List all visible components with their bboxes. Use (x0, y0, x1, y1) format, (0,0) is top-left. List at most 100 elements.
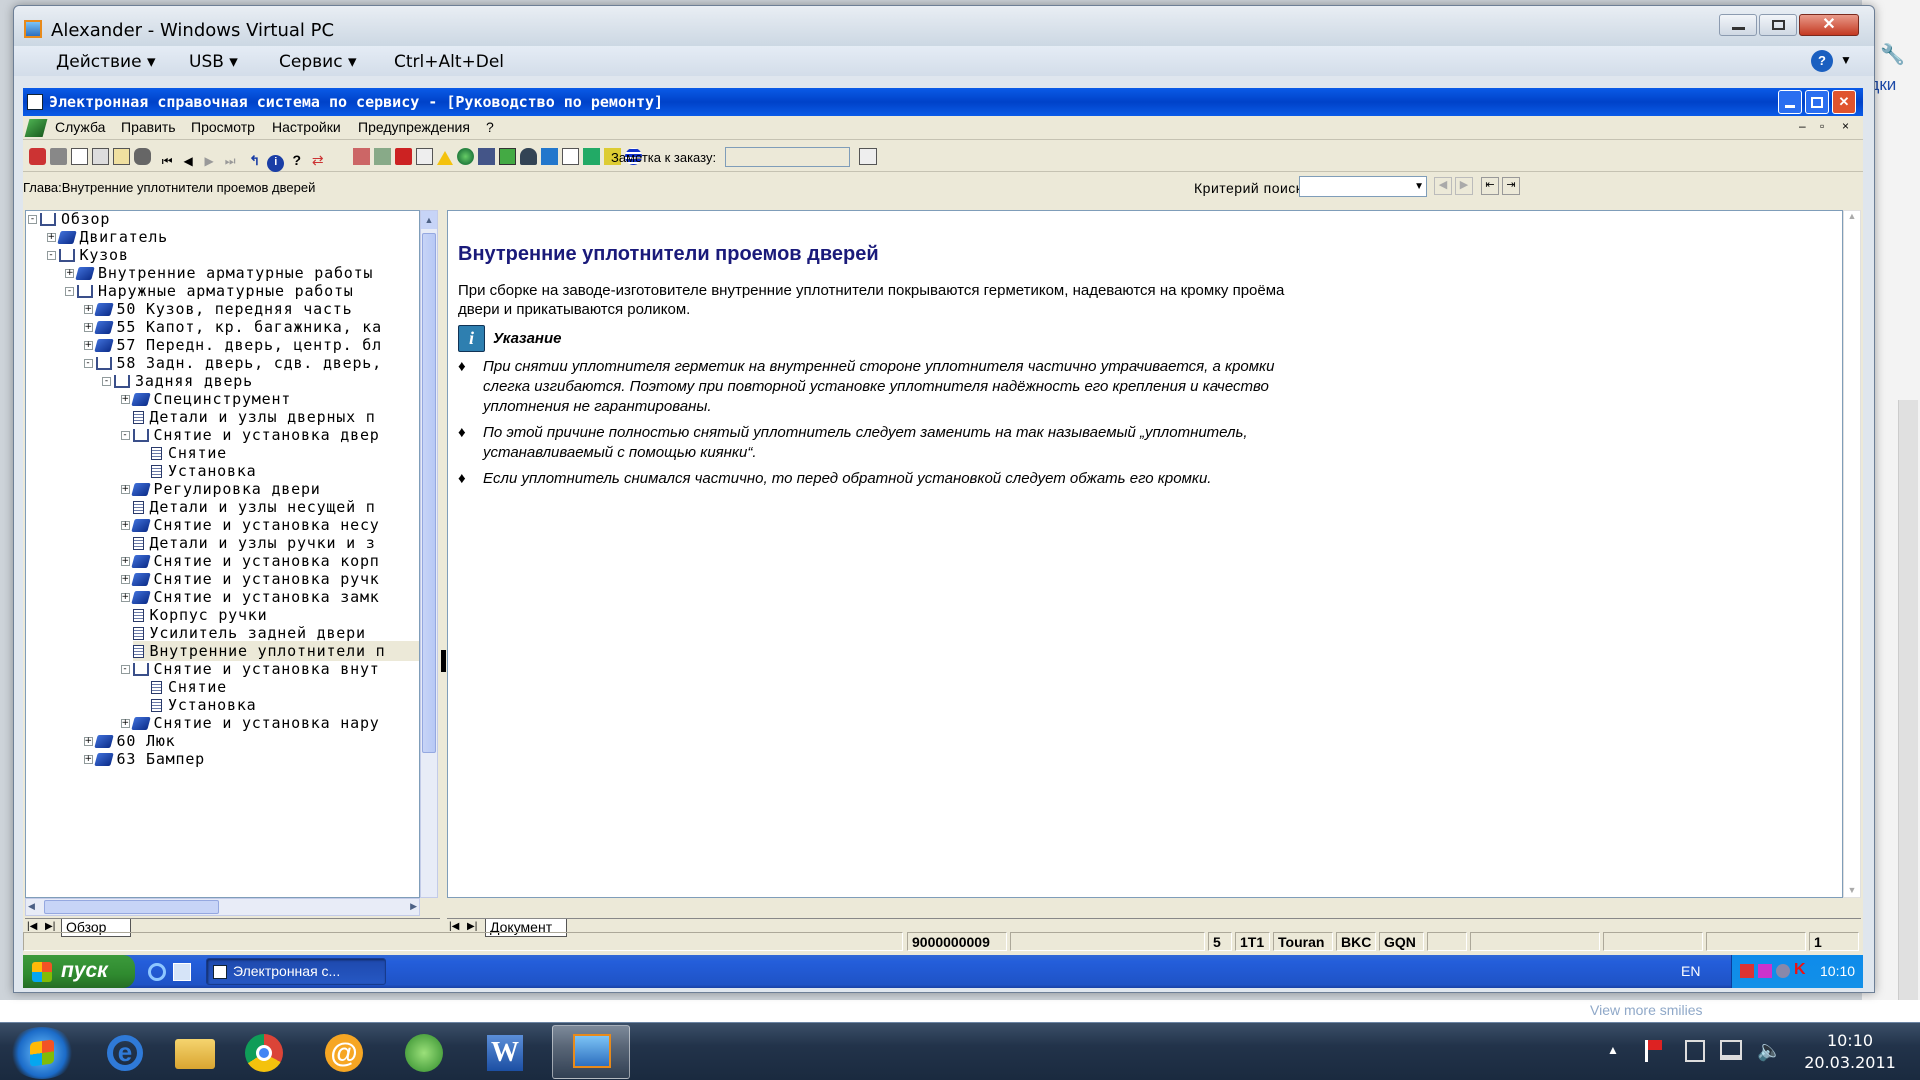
clock-time[interactable]: 10:10 (1790, 1031, 1910, 1050)
vpc-menu-service[interactable]: Сервис ▾ (279, 52, 356, 72)
action-center-flag-icon[interactable] (1645, 1040, 1665, 1062)
menu-service[interactable]: Служба (55, 119, 105, 135)
tree-item[interactable]: - Наружные арматурные работы (65, 281, 354, 301)
tree-item[interactable]: - Кузов (46, 245, 129, 265)
tree-item[interactable]: Внутренние уплотнители п (132, 641, 419, 661)
tree-item[interactable]: +57 Передн. дверь, центр. бл (83, 335, 382, 355)
document-vertical-scrollbar[interactable]: ▲ ▼ (1843, 210, 1861, 898)
tree-item[interactable]: Усилитель задней двери (132, 623, 366, 643)
search-prev-icon[interactable]: ◀ (1434, 177, 1452, 195)
app-minimize-button[interactable] (1778, 90, 1802, 114)
menu-edit[interactable]: Править (121, 119, 176, 135)
xp-start-button[interactable]: пуск (23, 955, 135, 988)
tree-horizontal-scrollbar[interactable]: ◀ ▶ (25, 898, 420, 916)
menu-help[interactable]: ? (486, 119, 494, 135)
exit-icon[interactable] (29, 148, 46, 165)
search-combo[interactable]: ▼ (1299, 176, 1427, 197)
collapse-icon[interactable]: - (102, 377, 111, 386)
vpc-help-dropdown[interactable]: ▼ (1840, 53, 1852, 67)
tree-item[interactable]: Корпус ручки (132, 605, 268, 625)
mdi-close-button[interactable]: × (1842, 119, 1849, 133)
mail-agent-icon[interactable]: @ (315, 1029, 375, 1077)
tree-item[interactable]: Установка (151, 461, 256, 481)
menu-view[interactable]: Просмотр (191, 119, 255, 135)
collapse-icon[interactable]: - (120, 431, 130, 440)
tree-item[interactable]: Детали и узлы ручки и з (132, 533, 376, 553)
expand-icon[interactable]: + (120, 395, 130, 404)
ie-icon[interactable]: e (95, 1029, 155, 1077)
vpc-maximize-button[interactable] (1759, 14, 1797, 36)
checklist-icon[interactable] (562, 148, 579, 165)
tree-vertical-scrollbar[interactable]: ▲ (420, 210, 438, 898)
menu-warnings[interactable]: Предупреждения (358, 119, 470, 135)
document-list-icon[interactable] (416, 148, 433, 165)
app-close-button[interactable]: ✕ (1832, 90, 1856, 114)
expand-icon[interactable]: + (120, 521, 130, 530)
collapse-icon[interactable]: - (83, 359, 93, 368)
expand-icon[interactable]: + (83, 755, 93, 764)
tree-item[interactable]: Детали и узлы несущей п (132, 497, 376, 517)
windows-start-orb[interactable] (8, 1027, 76, 1079)
expand-icon[interactable]: + (120, 485, 130, 494)
vpc-help-icon[interactable]: ? (1811, 50, 1833, 72)
vehicle-data-icon[interactable] (541, 148, 558, 165)
network-icon[interactable] (1720, 1040, 1742, 1060)
expand-icon[interactable]: + (120, 557, 130, 566)
tree-item[interactable]: + Двигатель (46, 227, 168, 247)
tray-icon-3[interactable] (1776, 964, 1790, 978)
warning-icon[interactable] (437, 148, 453, 165)
vpc-menu-usb[interactable]: USB ▾ (189, 52, 238, 72)
tools-icon[interactable] (583, 148, 600, 165)
tree-item[interactable]: + Снятие и установка замк (120, 587, 380, 607)
clock-date[interactable]: 20.03.2011 (1790, 1053, 1910, 1072)
expand-icon[interactable]: + (83, 737, 93, 746)
swap-icon[interactable]: ⇄ (309, 151, 326, 168)
tree-item[interactable]: + Специнструмент (120, 389, 292, 409)
diagnosis-icon[interactable] (374, 148, 391, 165)
smilies-link[interactable]: View more smilies (1590, 1002, 1703, 1018)
expand-icon[interactable]: + (65, 269, 74, 278)
last-page-icon[interactable]: ⏭ (222, 153, 239, 170)
tree-item[interactable]: - Задняя дверь (102, 371, 253, 391)
collapse-icon[interactable]: - (65, 287, 74, 296)
tray-icon-2[interactable] (1758, 964, 1772, 978)
tree-item[interactable]: +63 Бампер (83, 749, 205, 769)
expand-right-icon[interactable]: ⇥ (1502, 177, 1520, 195)
quick-launch-ie-icon[interactable] (148, 963, 166, 981)
tree-item[interactable]: +50 Кузов, передняя часть (83, 299, 353, 319)
next-page-icon[interactable]: ▶ (201, 153, 218, 170)
active-book-icon[interactable] (499, 148, 516, 165)
vpc-minimize-button[interactable] (1719, 14, 1757, 36)
volume-icon[interactable]: 🔈 (1757, 1038, 1782, 1063)
print-icon[interactable] (50, 148, 67, 165)
tree-item[interactable]: Снятие (151, 677, 227, 697)
tray-antivirus-icon[interactable]: K (1794, 961, 1806, 979)
language-indicator[interactable]: EN (1681, 963, 1700, 979)
virtual-pc-taskbar-button[interactable] (552, 1025, 630, 1079)
tree-item[interactable]: +60 Люк (83, 731, 176, 751)
expand-icon[interactable]: + (120, 719, 130, 728)
word-icon[interactable]: W (475, 1029, 535, 1077)
xp-clock[interactable]: 10:10 (1820, 963, 1855, 979)
vpc-close-button[interactable]: ✕ (1799, 14, 1859, 36)
show-hidden-icons[interactable]: ▲ (1607, 1043, 1619, 1057)
notes-icon[interactable] (113, 148, 130, 165)
power-icon[interactable] (1685, 1040, 1705, 1062)
tree-item[interactable]: + Внутренние арматурные работы (65, 263, 373, 283)
vehicle-icon[interactable] (134, 148, 151, 165)
background-scrollbar[interactable] (1898, 400, 1918, 1000)
car-icon[interactable] (520, 148, 537, 165)
first-page-icon[interactable]: ⏮ (159, 153, 176, 170)
order-note-button[interactable] (859, 148, 877, 165)
collapse-icon[interactable]: - (120, 665, 130, 674)
expand-icon[interactable]: + (83, 305, 93, 314)
expand-icon[interactable]: + (120, 575, 130, 584)
chrome-icon[interactable] (235, 1029, 295, 1077)
tree-item[interactable]: Снятие (151, 443, 227, 463)
tree-item[interactable]: + Регулировка двери (120, 479, 321, 499)
app-restore-button[interactable] (1805, 90, 1829, 114)
network-app-icon[interactable] (395, 1029, 455, 1077)
tree-item[interactable]: Установка (151, 695, 256, 715)
question-icon[interactable]: ? (288, 151, 305, 168)
edit-document-icon[interactable] (92, 148, 109, 165)
